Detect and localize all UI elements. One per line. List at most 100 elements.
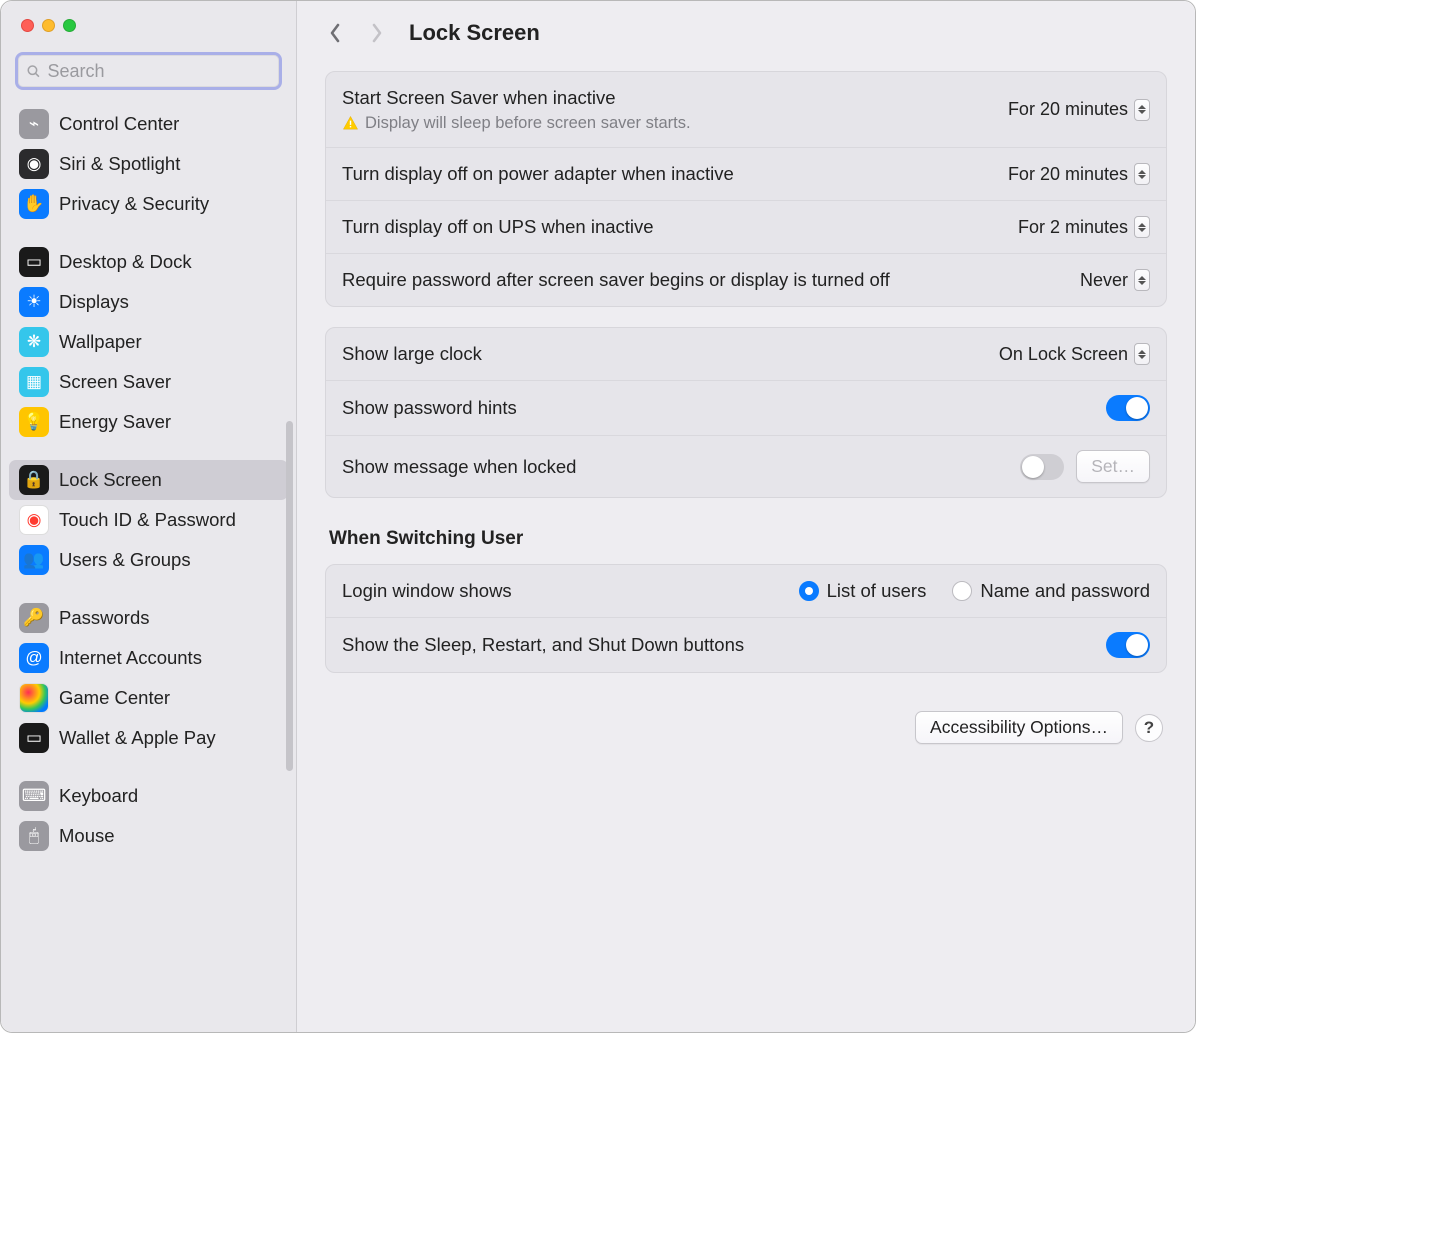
sidebar-item-label: Desktop & Dock — [59, 251, 192, 273]
sidebar-item-label: Keyboard — [59, 785, 138, 807]
radio-name-password[interactable]: Name and password — [952, 580, 1150, 602]
sidebar-item-wallet[interactable]: ▭ Wallet & Apple Pay — [9, 718, 288, 758]
radio-icon — [952, 581, 972, 601]
sidebar-item-control-center[interactable]: ⌁ Control Center — [9, 104, 288, 144]
radio-name-label: Name and password — [980, 580, 1150, 602]
stepper-icon — [1134, 216, 1150, 238]
keyboard-icon: ⌨ — [19, 781, 49, 811]
internet-accounts-icon: @ — [19, 643, 49, 673]
mouse-icon: 🖱 — [19, 821, 49, 851]
sidebar-item-touch-id[interactable]: ◉Touch ID & Password — [9, 500, 288, 540]
forward-button[interactable] — [367, 21, 387, 45]
require-password-value: Never — [1080, 270, 1128, 291]
login-window-label: Login window shows — [342, 579, 787, 603]
display-off-ups-value: For 2 minutes — [1018, 217, 1128, 238]
stepper-icon — [1134, 269, 1150, 291]
sidebar: ⌁ Control Center ◉ Siri & Spotlight ✋ Privacy… — [1, 1, 297, 1032]
radio-list-label: List of users — [827, 580, 927, 602]
back-button[interactable] — [325, 21, 345, 45]
sidebar-item-wallpaper[interactable]: ❋ Wallpaper — [9, 322, 288, 362]
game-center-icon — [19, 683, 49, 713]
display-off-power-label: Turn display off on power adapter when i… — [342, 162, 996, 186]
display-off-power-popup[interactable]: For 20 minutes — [1008, 163, 1150, 185]
search-field[interactable] — [15, 52, 282, 90]
large-clock-value: On Lock Screen — [999, 344, 1128, 365]
sidebar-item-label: Internet Accounts — [59, 647, 202, 669]
search-input[interactable] — [48, 61, 272, 82]
page-title: Lock Screen — [409, 20, 540, 46]
display-off-ups-popup[interactable]: For 2 minutes — [1018, 216, 1150, 238]
sidebar-item-users-groups[interactable]: 👥Users & Groups — [9, 540, 288, 580]
sidebar-item-label: Touch ID & Password — [59, 509, 236, 531]
sidebar-item-lock-screen[interactable]: 🔒 Lock Screen — [9, 460, 288, 500]
privacy-icon: ✋ — [19, 189, 49, 219]
password-hints-toggle[interactable] — [1106, 395, 1150, 421]
sidebar-item-game-center[interactable]: Game Center — [9, 678, 288, 718]
sidebar-item-keyboard[interactable]: ⌨ Keyboard — [9, 776, 288, 816]
sidebar-item-label: Wallet & Apple Pay — [59, 727, 216, 749]
sidebar-item-label: Privacy & Security — [59, 193, 209, 215]
screen-saver-warning: Display will sleep before screen saver s… — [342, 114, 996, 133]
sidebar-item-label: Passwords — [59, 607, 149, 629]
row-login-window: Login window shows List of users Name an… — [326, 565, 1166, 618]
require-password-popup[interactable]: Never — [1080, 269, 1150, 291]
row-show-sleep-buttons: Show the Sleep, Restart, and Shut Down b… — [326, 618, 1166, 672]
close-window-button[interactable] — [21, 19, 34, 32]
set-message-button[interactable]: Set… — [1076, 450, 1150, 483]
sidebar-item-label: Control Center — [59, 113, 179, 135]
show-message-label: Show message when locked — [342, 455, 1008, 479]
sidebar-item-label: Displays — [59, 291, 129, 313]
radio-list-of-users[interactable]: List of users — [799, 580, 927, 602]
screen-saver-warning-text: Display will sleep before screen saver s… — [365, 114, 691, 133]
sidebar-item-label: Wallpaper — [59, 331, 142, 353]
display-off-power-value: For 20 minutes — [1008, 164, 1128, 185]
lock-screen-icon: 🔒 — [19, 465, 49, 495]
chevron-left-icon — [329, 23, 341, 43]
sidebar-item-mouse[interactable]: 🖱Mouse — [9, 816, 288, 856]
large-clock-label: Show large clock — [342, 342, 987, 366]
screen-saver-label: Start Screen Saver when inactive — [342, 86, 996, 110]
sidebar-item-label: Siri & Spotlight — [59, 153, 180, 175]
accessibility-options-button[interactable]: Accessibility Options… — [915, 711, 1123, 744]
siri-icon: ◉ — [19, 149, 49, 179]
sidebar-item-displays[interactable]: ☀ Displays — [9, 282, 288, 322]
sidebar-list[interactable]: ⌁ Control Center ◉ Siri & Spotlight ✋ Privacy… — [1, 98, 296, 1032]
row-password-hints: Show password hints — [326, 381, 1166, 436]
sidebar-item-privacy[interactable]: ✋ Privacy & Security — [9, 184, 288, 224]
stepper-icon — [1134, 99, 1150, 121]
minimize-window-button[interactable] — [42, 19, 55, 32]
help-button[interactable]: ? — [1135, 714, 1163, 742]
content: Start Screen Saver when inactive Display… — [297, 65, 1195, 764]
sidebar-item-internet-accounts[interactable]: @ Internet Accounts — [9, 638, 288, 678]
login-window-radio-group: List of users Name and password — [799, 580, 1150, 602]
row-screen-saver: Start Screen Saver when inactive Display… — [326, 72, 1166, 148]
panel-switching-user: Login window shows List of users Name an… — [325, 564, 1167, 673]
switching-user-header: When Switching User — [329, 528, 1163, 550]
sidebar-item-passwords[interactable]: 🔑Passwords — [9, 598, 288, 638]
password-hints-label: Show password hints — [342, 396, 1094, 420]
show-message-toggle[interactable] — [1020, 454, 1064, 480]
sidebar-item-desktop-dock[interactable]: ▭Desktop & Dock — [9, 242, 288, 282]
panel-display-options: Show large clock On Lock Screen Show pas… — [325, 327, 1167, 498]
require-password-label: Require password after screen saver begi… — [342, 268, 902, 292]
displays-icon: ☀ — [19, 287, 49, 317]
screen-saver-popup[interactable]: For 20 minutes — [1008, 99, 1150, 121]
system-settings-window: ⌁ Control Center ◉ Siri & Spotlight ✋ Privacy… — [1, 1, 1195, 1032]
wallet-icon: ▭ — [19, 723, 49, 753]
search-icon — [26, 63, 42, 80]
display-off-ups-label: Turn display off on UPS when inactive — [342, 215, 1006, 239]
large-clock-popup[interactable]: On Lock Screen — [999, 343, 1150, 365]
warning-icon — [342, 115, 359, 132]
wallpaper-icon: ❋ — [19, 327, 49, 357]
sidebar-item-screen-saver[interactable]: ▦Screen Saver — [9, 362, 288, 402]
control-center-icon: ⌁ — [19, 109, 49, 139]
sidebar-item-energy-saver[interactable]: 💡Energy Saver — [9, 402, 288, 442]
sidebar-item-label: Energy Saver — [59, 411, 171, 433]
zoom-window-button[interactable] — [63, 19, 76, 32]
show-sleep-toggle[interactable] — [1106, 632, 1150, 658]
sidebar-item-label: Lock Screen — [59, 469, 162, 491]
sidebar-item-siri[interactable]: ◉ Siri & Spotlight — [9, 144, 288, 184]
search-wrap — [1, 32, 296, 98]
sidebar-scrollbar[interactable] — [286, 421, 293, 771]
row-display-off-power: Turn display off on power adapter when i… — [326, 148, 1166, 201]
